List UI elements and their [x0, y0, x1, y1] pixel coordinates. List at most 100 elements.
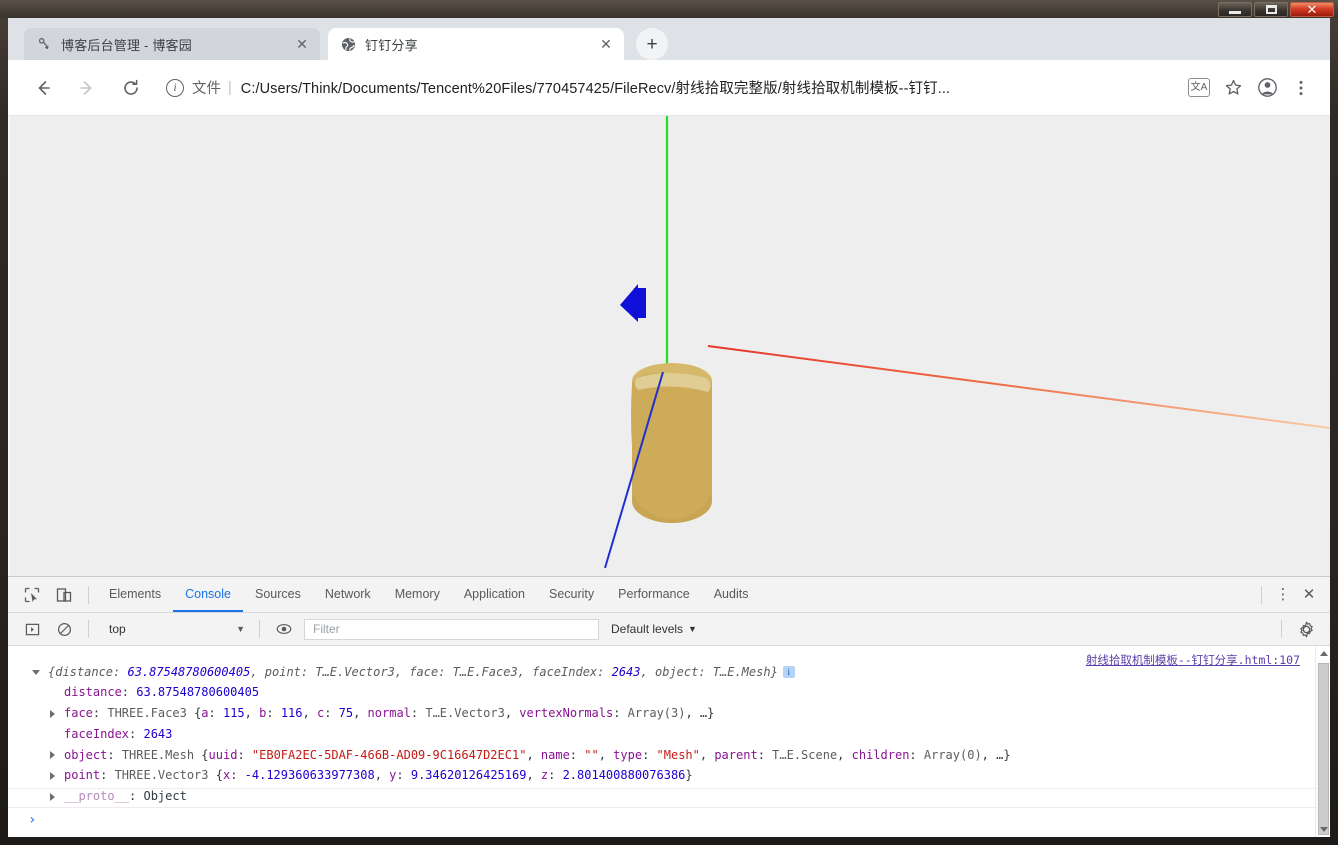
bookmark-button[interactable]: [1218, 73, 1248, 103]
tab-close-icon[interactable]: ✕: [294, 36, 310, 52]
url-separator: |: [228, 79, 232, 96]
minimize-button[interactable]: [1218, 2, 1252, 17]
console-row-face[interactable]: face: THREE.Face3 {a: 115, b: 116, c: 75…: [8, 704, 1330, 725]
scrollbar-down-arrow[interactable]: [1316, 822, 1330, 837]
console-scrollbar[interactable]: [1315, 646, 1330, 837]
chrome-menu-button[interactable]: [1286, 73, 1316, 103]
tab-application[interactable]: Application: [452, 577, 537, 612]
console-row-proto[interactable]: __proto__: Object: [8, 787, 1330, 808]
tab-bokeyuan[interactable]: 博客后台管理 - 博客园 ✕: [24, 28, 320, 60]
console-row-distance: distance: 63.87548780600405: [64, 685, 260, 700]
os-window: ✕ 博客后台管理 - 博客园 ✕ 钉钉分享 ✕ + i 文件 | C:/User…: [0, 0, 1338, 845]
tab-title-dingding: 钉钉分享: [365, 37, 418, 53]
reload-button[interactable]: [114, 71, 148, 105]
row-key-point: point: [64, 768, 101, 783]
triangle-right-icon[interactable]: [50, 709, 55, 718]
console-output[interactable]: 射线拾取机制模板--钉钉分享.html:107 {distance: 63.87…: [8, 646, 1330, 837]
devtools-settings-gear-icon[interactable]: [1292, 615, 1320, 643]
tab-close-icon[interactable]: ✕: [598, 36, 614, 52]
console-object-summary[interactable]: {distance: 63.87548780600405, point: T…E…: [8, 662, 1330, 683]
reload-icon: [124, 79, 138, 95]
tab-security[interactable]: Security: [537, 577, 606, 612]
scrollbar-up-arrow[interactable]: [1316, 646, 1330, 661]
site-info-icon[interactable]: i: [166, 78, 184, 97]
maximize-icon: [1265, 5, 1277, 14]
console-divider: [8, 788, 1330, 789]
inspect-element-icon[interactable]: [18, 581, 46, 609]
caret-down-icon: [1319, 827, 1328, 832]
execution-context-value: top: [109, 622, 126, 636]
filter-input[interactable]: Filter: [304, 618, 599, 640]
cylinder-mesh[interactable]: [631, 363, 712, 523]
tab-memory[interactable]: Memory: [383, 577, 452, 612]
console-sidebar-toggle-icon[interactable]: [18, 615, 46, 643]
tab-dingding[interactable]: 钉钉分享 ✕: [328, 28, 624, 60]
triangle-right-icon[interactable]: [50, 771, 55, 780]
devtools-panel: Elements Console Sources Network Memory …: [8, 577, 1330, 837]
back-button[interactable]: [26, 71, 60, 105]
translate-button[interactable]: 文A: [1184, 73, 1214, 103]
row-key-object: object: [64, 747, 108, 762]
devtools-close-icon[interactable]: ✕: [1296, 582, 1322, 608]
row-value-faceindex: 2643: [143, 726, 173, 741]
tab-title-bokeyuan: 博客后台管理 - 博客园: [61, 37, 192, 53]
console-prompt-row[interactable]: ›: [8, 807, 1330, 829]
triangle-down-icon[interactable]: [32, 670, 40, 675]
scrollbar-thumb[interactable]: [1318, 663, 1329, 835]
address-bar[interactable]: i 文件 | C:/Users/Think/Documents/Tencent%…: [166, 71, 1170, 105]
window-titlebar: ✕: [0, 0, 1338, 18]
window-controls: ✕: [1216, 1, 1334, 18]
tab-performance[interactable]: Performance: [606, 577, 702, 612]
browser-toolbar: i 文件 | C:/Users/Think/Documents/Tencent%…: [8, 60, 1330, 116]
account-avatar-icon: [1257, 78, 1277, 97]
new-tab-button[interactable]: +: [630, 28, 674, 60]
maximize-button[interactable]: [1254, 2, 1288, 17]
prompt-chevron-icon: ›: [28, 811, 37, 828]
tab-elements[interactable]: Elements: [97, 577, 173, 612]
divider: [1281, 620, 1282, 638]
console-row-point[interactable]: point: THREE.Vector3 {x: -4.129360633977…: [8, 766, 1330, 787]
tab-strip: 博客后台管理 - 博客园 ✕ 钉钉分享 ✕ +: [8, 18, 1330, 60]
page-viewport[interactable]: [8, 116, 1330, 577]
console-log-group: {distance: 63.87548780600405, point: T…E…: [8, 646, 1330, 808]
tab-sources[interactable]: Sources: [243, 577, 313, 612]
divider: [88, 585, 89, 604]
url-scheme-label: 文件: [192, 81, 221, 97]
tab-console[interactable]: Console: [173, 577, 243, 612]
info-badge-icon[interactable]: i: [782, 666, 795, 678]
kebab-menu-icon: [1299, 80, 1303, 95]
console-settings-eye-icon[interactable]: [270, 615, 298, 643]
back-arrow-icon: [38, 80, 50, 95]
forward-arrow-icon: [80, 80, 92, 95]
console-filter-bar: top ▼ Filter Default levels ▼: [8, 613, 1330, 646]
row-value-distance: 63.87548780600405: [136, 685, 260, 700]
clear-console-icon[interactable]: [50, 615, 78, 643]
row-key-faceindex: faceIndex: [64, 726, 130, 741]
triangle-right-icon[interactable]: [50, 792, 55, 801]
log-levels-select[interactable]: Default levels ▼: [611, 619, 697, 640]
star-icon: [1225, 79, 1241, 95]
close-window-button[interactable]: ✕: [1290, 2, 1334, 17]
tab-audits[interactable]: Audits: [702, 577, 761, 612]
triangle-right-icon[interactable]: [50, 751, 55, 760]
plus-icon: +: [636, 28, 668, 60]
console-row-object[interactable]: object: THREE.Mesh {uuid: "EB0FA2EC-5DAF…: [8, 745, 1330, 766]
toggle-device-toolbar-icon[interactable]: [50, 581, 78, 609]
divider: [88, 620, 89, 638]
devtools-more-icon[interactable]: ⋮: [1270, 582, 1296, 608]
row-key-face: face: [64, 706, 93, 721]
row-key-distance: distance: [64, 685, 122, 700]
devtools-tabbar-actions: ⋮ ✕: [1253, 582, 1330, 608]
x-axis-line: [707, 345, 1330, 429]
row-value-proto: Object: [143, 789, 187, 804]
filter-placeholder: Filter: [313, 622, 340, 636]
divider: [259, 620, 260, 638]
devtools-tabbar: Elements Console Sources Network Memory …: [8, 577, 1330, 613]
forward-button[interactable]: [70, 71, 104, 105]
threejs-canvas[interactable]: [8, 116, 1330, 577]
tab-network[interactable]: Network: [313, 577, 383, 612]
execution-context-select[interactable]: top ▼: [101, 619, 251, 640]
row-key-proto: __proto__: [64, 789, 130, 804]
log-levels-label: Default levels: [611, 622, 684, 636]
profile-button[interactable]: [1252, 73, 1282, 103]
